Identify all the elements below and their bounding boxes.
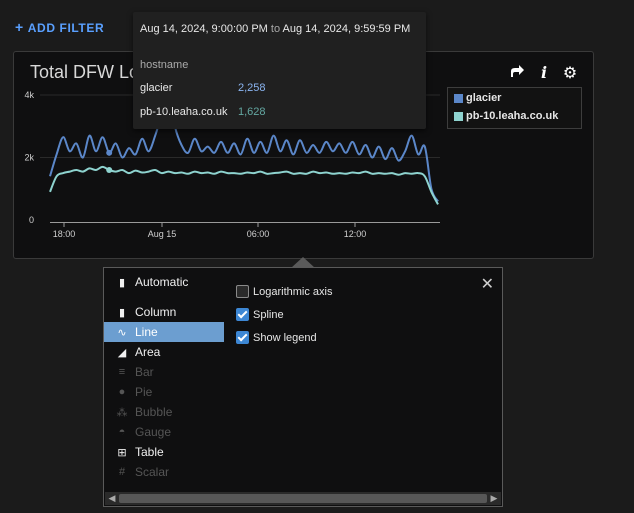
chart-type-label: Area — [135, 345, 161, 359]
tooltip-group-label: hostname — [140, 59, 189, 71]
checkbox[interactable] — [236, 285, 249, 298]
option-logarithmic-axis[interactable]: Logarithmic axis — [236, 280, 332, 303]
y-tick-label: 2k — [24, 153, 34, 163]
scrollbar-thumb[interactable] — [119, 494, 487, 503]
chart-type-label: Automatic — [135, 275, 189, 289]
hover-marker — [106, 167, 113, 173]
x-tick-label: Aug 15 — [148, 229, 177, 239]
chart-type-label: Scalar — [135, 465, 170, 479]
chart-type-automatic[interactable]: ▮ Automatic — [104, 272, 224, 292]
chart-tooltip: Aug 14, 2024, 9:00:00 PM to Aug 14, 2024… — [133, 12, 426, 129]
chart-type-table[interactable]: ⊞ Table — [104, 442, 224, 462]
chart-type-label: Column — [135, 305, 177, 319]
option-label: Show legend — [253, 331, 317, 344]
chart-options-popup: ✕ ▮ Automatic ▮ Column ∿ Line ◢ Area ≡ Bar ● Pie ⁂ Bu… — [103, 267, 503, 507]
chart-type-scalar: # Scalar — [104, 462, 224, 482]
bar-icon: ≡ — [118, 366, 126, 378]
bubble-chart-icon: ⁂ — [116, 406, 128, 419]
tooltip-series-name: glacier — [140, 82, 173, 94]
chart-type-bar: ≡ Bar — [104, 362, 224, 382]
chart-type-line[interactable]: ∿ Line — [104, 322, 224, 342]
chart-type-label: Gauge — [135, 425, 172, 439]
line-chart-icon: ∿ — [117, 326, 127, 339]
option-show-legend[interactable]: Show legend — [236, 326, 332, 349]
option-spline[interactable]: Spline — [236, 303, 332, 326]
chart-type-label: Table — [135, 445, 164, 459]
scroll-right-icon[interactable]: ▶ — [488, 493, 500, 504]
chart-type-label: Bar — [135, 365, 154, 379]
option-label: Spline — [253, 308, 284, 321]
chart-type-area[interactable]: ◢ Area — [104, 342, 224, 362]
x-tick-label: 06:00 — [247, 229, 270, 239]
horizontal-scrollbar[interactable]: ◀ ▶ — [105, 492, 501, 505]
chart-type-list: ▮ Automatic ▮ Column ∿ Line ◢ Area ≡ Bar ● Pie ⁂ Bubb… — [104, 272, 224, 482]
chart-type-pie: ● Pie — [104, 382, 224, 402]
tooltip-row: pb-10.leaha.co.uk 1,628 — [140, 106, 340, 118]
bar-chart-icon: ▮ — [118, 276, 126, 289]
x-tick-label: 18:00 — [53, 229, 76, 239]
x-tick-label: 12:00 — [344, 229, 367, 239]
gauge-icon: ◓ — [118, 426, 126, 438]
area-chart-icon: ◢ — [117, 346, 127, 359]
chart-type-label: Bubble — [135, 405, 173, 419]
tooltip-row: glacier 2,258 — [140, 82, 340, 94]
checkbox[interactable] — [236, 331, 249, 344]
scroll-left-icon[interactable]: ◀ — [106, 493, 118, 504]
chart-type-column[interactable]: ▮ Column — [104, 302, 224, 322]
chart-type-label: Pie — [135, 385, 153, 399]
tooltip-time-range: Aug 14, 2024, 9:00:00 PM to Aug 14, 2024… — [140, 23, 410, 35]
column-chart-icon: ▮ — [118, 306, 126, 319]
tooltip-to: to — [270, 23, 281, 35]
tooltip-start: Aug 14, 2024, 9:00:00 PM — [140, 23, 268, 35]
checkbox[interactable] — [236, 308, 249, 321]
tooltip-end: Aug 14, 2024, 9:59:59 PM — [282, 23, 411, 35]
chart-option-list: Logarithmic axis Spline Show legend — [236, 280, 332, 349]
tooltip-series-value: 2,258 — [238, 82, 266, 94]
scalar-icon: # — [118, 466, 126, 478]
tooltip-series-name: pb-10.leaha.co.uk — [140, 106, 228, 118]
tooltip-series-value: 1,628 — [238, 106, 266, 118]
chart-type-gauge: ◓ Gauge — [104, 422, 224, 442]
hover-marker — [106, 149, 113, 156]
chart-type-bubble: ⁂ Bubble — [104, 402, 224, 422]
option-label: Logarithmic axis — [253, 285, 333, 298]
close-icon[interactable]: ✕ — [481, 274, 494, 294]
table-icon: ⊞ — [117, 446, 127, 459]
y-tick-label: 0 — [29, 215, 34, 225]
chart-type-label: Line — [135, 325, 158, 339]
y-tick-label: 4k — [24, 90, 34, 100]
pie-chart-icon: ● — [118, 386, 126, 398]
